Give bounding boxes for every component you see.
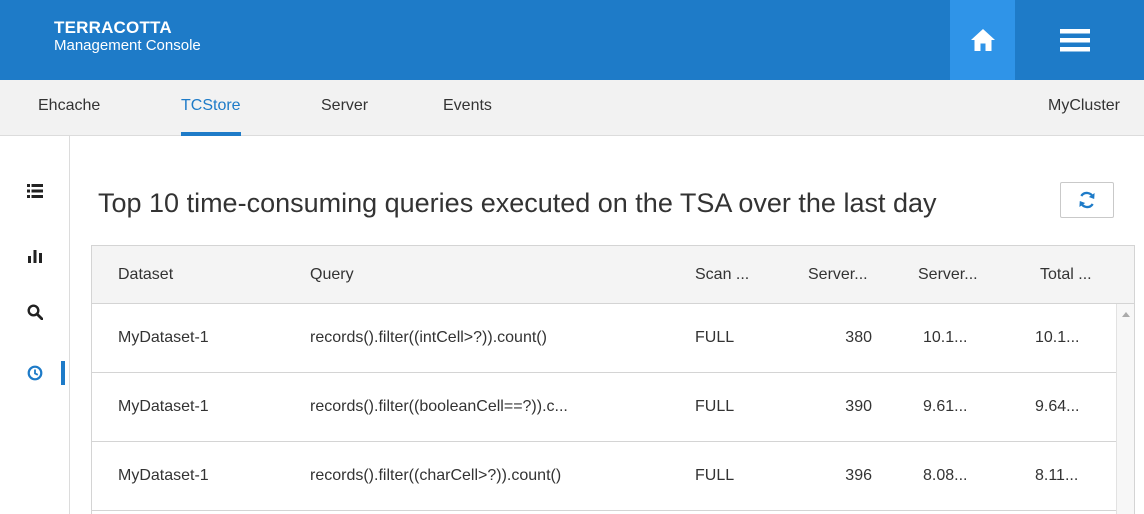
- cell-scan: FULL: [695, 398, 735, 415]
- column-header-scan[interactable]: Scan ...: [695, 246, 749, 304]
- sidebar-item-metrics[interactable]: [22, 242, 48, 268]
- home-icon: [970, 29, 995, 51]
- sidebar-item-list[interactable]: [22, 178, 48, 204]
- column-header-query[interactable]: Query: [310, 246, 354, 304]
- tab-tcstore[interactable]: TCStore: [181, 80, 241, 136]
- search-icon: [27, 304, 43, 320]
- scroll-up-arrow-icon[interactable]: [1122, 312, 1130, 317]
- tab-server[interactable]: Server: [321, 80, 368, 136]
- cell-query: records().filter((charCell>?)).count(): [310, 467, 562, 484]
- sidebar-item-history[interactable]: [22, 360, 48, 386]
- cell-dataset: MyDataset-1: [118, 467, 209, 484]
- table-scrollbar[interactable]: [1116, 304, 1134, 514]
- bar-chart-icon: [28, 249, 42, 263]
- cell-server-1: 396: [845, 467, 872, 484]
- cell-total: 8.11...: [1035, 467, 1079, 484]
- list-icon: [27, 184, 43, 198]
- cell-dataset: MyDataset-1: [118, 398, 209, 415]
- cell-total: 9.64...: [1035, 398, 1080, 415]
- sidebar-item-search[interactable]: [22, 299, 48, 325]
- queries-table: Dataset Query Scan ... Server... Server.…: [91, 245, 1135, 514]
- cell-server-2: 9.61...: [923, 398, 968, 415]
- refresh-icon: [1079, 191, 1095, 209]
- refresh-button[interactable]: [1060, 182, 1114, 218]
- table-row[interactable]: MyDataset-1 records().filter((intCell>?)…: [92, 304, 1116, 373]
- column-header-total[interactable]: Total ...: [1040, 246, 1092, 304]
- cluster-selector[interactable]: MyCluster: [1048, 80, 1120, 136]
- nav-bar: Ehcache TCStore Server Events MyCluster: [0, 80, 1144, 136]
- home-button[interactable]: [950, 0, 1015, 80]
- table-row[interactable]: MyDataset-1 records().filter((charCell>?…: [92, 442, 1116, 511]
- cell-query: records().filter((booleanCell==?)).c...: [310, 398, 568, 415]
- clock-icon: [27, 365, 43, 381]
- cell-query: records().filter((intCell>?)).count(): [310, 329, 547, 346]
- menu-button[interactable]: [1055, 20, 1095, 60]
- side-rail: [0, 136, 70, 514]
- cell-scan: FULL: [695, 467, 735, 484]
- cell-server-2: 8.08...: [923, 467, 968, 484]
- hamburger-menu-icon: [1060, 29, 1090, 52]
- tab-ehcache[interactable]: Ehcache: [38, 80, 100, 136]
- column-header-server-1[interactable]: Server...: [808, 246, 868, 304]
- top-header: TERRACOTTA Management Console: [0, 0, 1144, 80]
- cell-server-2: 10.1...: [923, 329, 968, 346]
- cell-dataset: MyDataset-1: [118, 329, 209, 346]
- tab-events[interactable]: Events: [443, 80, 492, 136]
- sidebar-active-indicator: [61, 361, 65, 385]
- column-header-dataset[interactable]: Dataset: [118, 246, 173, 304]
- table-row[interactable]: MyDataset-1 records().filter((booleanCel…: [92, 373, 1116, 442]
- cell-server-1: 380: [845, 329, 872, 346]
- cell-server-1: 390: [845, 398, 872, 415]
- brand-subtitle: Management Console: [54, 37, 201, 54]
- brand-logo[interactable]: TERRACOTTA Management Console: [54, 18, 201, 55]
- page-title: Top 10 time-consuming queries executed o…: [98, 188, 937, 218]
- cell-total: 10.1...: [1035, 329, 1080, 346]
- cell-scan: FULL: [695, 329, 735, 346]
- table-header: Dataset Query Scan ... Server... Server.…: [92, 246, 1134, 304]
- brand-name: TERRACOTTA: [54, 18, 172, 37]
- column-header-server-2[interactable]: Server...: [918, 246, 978, 304]
